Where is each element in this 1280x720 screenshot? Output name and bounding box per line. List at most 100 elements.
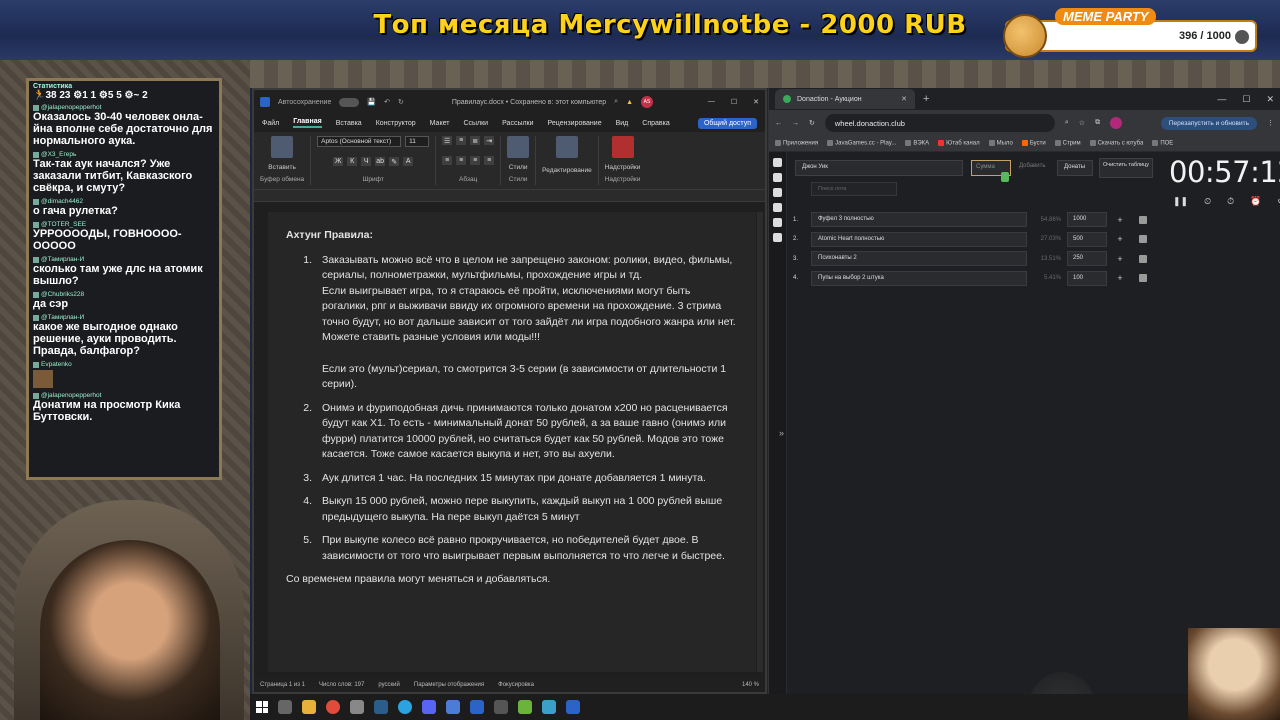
bookmark-item[interactable]: Стрим (1054, 140, 1081, 147)
search-icon[interactable]: ⌕ (614, 98, 618, 106)
bookmark-item[interactable]: Ютаб канал (938, 140, 980, 147)
relaunch-button[interactable]: Перезапустить и обновить (1160, 116, 1257, 130)
redo-icon[interactable]: ↻ (398, 98, 404, 106)
strikethrough-icon[interactable]: ab (375, 157, 386, 166)
profile-avatar[interactable] (1110, 117, 1123, 129)
app-icon[interactable] (518, 700, 532, 714)
search-icon[interactable] (278, 700, 292, 714)
file-explorer-icon[interactable] (302, 700, 316, 714)
home-icon[interactable] (773, 158, 782, 167)
editing-button[interactable]: Редактирование (542, 167, 592, 174)
menu-icon[interactable]: ⋮ (1267, 119, 1274, 127)
trash-icon[interactable] (1139, 254, 1147, 263)
addins-icon[interactable] (611, 136, 634, 158)
highlight-icon[interactable]: ✎ (389, 157, 400, 166)
add-time-icon[interactable]: ⏲ (1204, 196, 1211, 207)
display-settings[interactable]: Параметры отображения (414, 682, 484, 688)
ruler[interactable] (254, 190, 765, 202)
avatar[interactable]: AS (641, 96, 653, 108)
align-center-icon[interactable]: ≡ (456, 156, 467, 165)
align-left-icon[interactable]: ≡ (442, 156, 453, 165)
tab-home[interactable]: Главная (293, 118, 322, 128)
lot-amount[interactable]: 500 (1067, 231, 1107, 247)
zoom-level[interactable]: 140 % (742, 682, 759, 688)
bookmark-item[interactable]: Скачать с ютуба (1089, 140, 1143, 147)
undo-icon[interactable]: ↶ (384, 98, 390, 106)
font-size-select[interactable]: 11 (405, 136, 430, 147)
add-amount-icon[interactable]: + (1111, 273, 1129, 283)
app-icon[interactable] (350, 700, 364, 714)
windows-start-icon[interactable] (256, 701, 268, 713)
word-count[interactable]: Число слов: 197 (319, 682, 364, 688)
reduce-time-icon[interactable]: ⏱ (1227, 196, 1234, 207)
minimize-icon[interactable]: — (1217, 94, 1226, 105)
close-icon[interactable]: ✕ (753, 98, 759, 106)
reload-icon[interactable]: ↻ (809, 119, 815, 127)
tab-file[interactable]: Файл (262, 120, 279, 127)
language[interactable]: русский (378, 682, 400, 688)
maximize-icon[interactable]: ☐ (731, 98, 737, 106)
obs-icon[interactable] (494, 700, 508, 714)
clear-table-button[interactable]: Очистить таблицу (1099, 158, 1153, 178)
lot-amount[interactable]: 100 (1067, 270, 1107, 286)
justify-icon[interactable]: ≡ (484, 156, 495, 165)
address-bar[interactable]: wheel.donaction.club (824, 114, 1055, 132)
document-page[interactable]: Ахтунг Правила: 1. Заказывать можно всё … (268, 212, 756, 672)
forward-icon[interactable]: → (792, 120, 799, 127)
lot-name[interactable]: Психонавты 2 (811, 251, 1027, 267)
lot-name[interactable]: Atomic Heart полностью (811, 231, 1027, 247)
document-scrollbar[interactable] (757, 212, 763, 672)
addins-button[interactable]: Надстройки (605, 164, 641, 171)
share-button[interactable]: Общий доступ (697, 117, 757, 129)
word-icon[interactable] (566, 700, 580, 714)
new-tab-icon[interactable]: + (923, 93, 929, 105)
underline-icon[interactable]: Ч (361, 157, 372, 166)
bookmark-star-icon[interactable]: ☆ (1079, 119, 1085, 127)
lot-name[interactable]: Фуфел 3 полностью (811, 212, 1027, 228)
lot-name-input[interactable]: Джон Уик (795, 160, 963, 176)
browser-tab[interactable]: Donaction - Аукцион ✕ (775, 89, 915, 109)
styles-icon[interactable] (507, 136, 530, 158)
tab-design[interactable]: Конструктор (376, 120, 416, 127)
app-icon[interactable] (446, 700, 460, 714)
steam-icon[interactable] (374, 700, 388, 714)
calendar-icon[interactable] (773, 233, 782, 242)
indent-icon[interactable]: ⇥ (484, 136, 495, 145)
wheel-icon[interactable] (773, 173, 782, 182)
back-icon[interactable]: ← (775, 120, 782, 127)
add-amount-icon[interactable]: + (1111, 234, 1129, 244)
history-icon[interactable] (773, 218, 782, 227)
add-amount-icon[interactable]: + (1111, 215, 1129, 225)
maximize-icon[interactable]: ☐ (1242, 94, 1250, 105)
bold-icon[interactable]: Ж (333, 157, 344, 166)
font-color-icon[interactable]: A (403, 157, 414, 166)
paste-button[interactable]: Вставить (268, 164, 296, 171)
bookmark-item[interactable]: JavaGames.cc - Play... (827, 140, 896, 147)
numbering-icon[interactable]: ≡ (456, 136, 467, 145)
add-button[interactable]: Добавить (1015, 160, 1055, 176)
save-icon[interactable]: 💾 (367, 98, 376, 106)
editing-search-icon[interactable] (555, 136, 578, 158)
telegram-icon[interactable] (398, 700, 412, 714)
paste-icon[interactable] (271, 136, 294, 158)
tab-mailings[interactable]: Рассылки (502, 120, 533, 127)
bookmark-item[interactable]: ПОЕ (1152, 140, 1173, 147)
bookmark-item[interactable]: Приложения (775, 140, 818, 147)
extensions-icon[interactable]: ⧉ (1095, 119, 1100, 127)
lot-amount[interactable]: 1000 (1067, 212, 1107, 228)
discord-icon[interactable] (422, 700, 436, 714)
trash-icon[interactable] (1139, 274, 1147, 283)
gear-icon[interactable] (773, 188, 782, 197)
tab-help[interactable]: Справка (642, 120, 669, 127)
chrome-icon[interactable] (326, 700, 340, 714)
donations-button[interactable]: Донаты (1057, 160, 1093, 176)
tab-insert[interactable]: Вставка (336, 120, 362, 127)
font-name-select[interactable]: Aptos (Основной текст) (317, 136, 402, 147)
multilevel-icon[interactable]: ≣ (470, 136, 481, 145)
focus-mode[interactable]: Фокусировка (498, 682, 534, 688)
trash-icon[interactable] (1139, 235, 1147, 244)
bookmark-item[interactable]: Бусти (1021, 140, 1046, 147)
tab-view[interactable]: Вид (616, 120, 629, 127)
lot-name[interactable]: Пупы на выбор 2 штука (811, 270, 1027, 286)
bookmark-item[interactable]: ВЭКА (905, 140, 929, 147)
